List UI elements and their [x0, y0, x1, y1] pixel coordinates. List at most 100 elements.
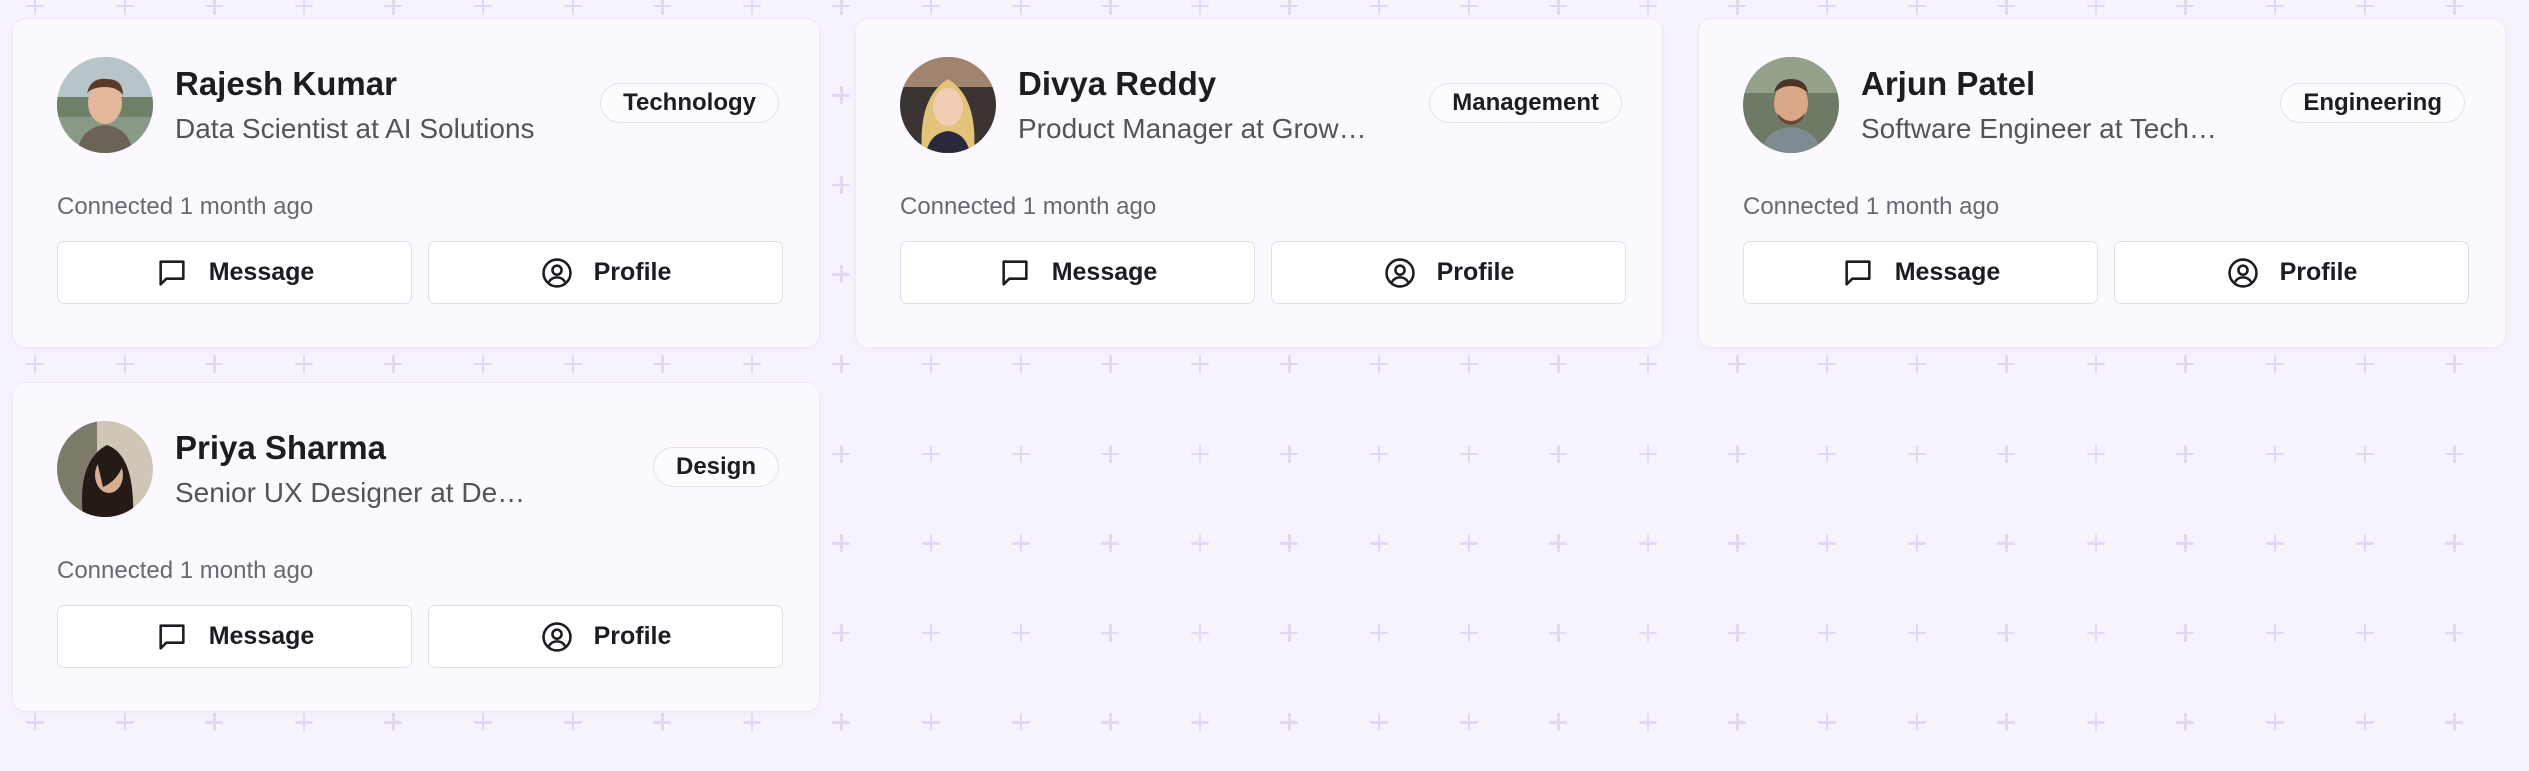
plus-pattern-mark: [115, 0, 134, 15]
plus-pattern-mark: [1190, 444, 1209, 463]
connection-title: Senior UX Designer at Design Co: [175, 477, 537, 508]
plus-pattern-mark: [742, 355, 761, 373]
plus-pattern-mark: [2355, 623, 2374, 642]
avatar[interactable]: [57, 57, 153, 153]
plus-pattern-mark: [1011, 534, 1030, 553]
avatar[interactable]: [900, 57, 996, 153]
plus-pattern-mark: [2355, 534, 2374, 553]
plus-pattern-mark: [1011, 0, 1030, 15]
plus-pattern-mark: [2445, 534, 2464, 553]
plus-pattern-mark: [1101, 0, 1120, 15]
plus-pattern-mark: [922, 534, 940, 553]
message-button[interactable]: Message: [57, 241, 412, 304]
plus-pattern-mark: [1459, 623, 1478, 642]
connection-title: Data Scientist at AI Solutions: [175, 113, 535, 144]
plus-pattern-mark: [1101, 355, 1120, 373]
plus-pattern-mark: [1280, 623, 1299, 642]
plus-pattern-mark: [1459, 355, 1478, 373]
plus-pattern-mark: [115, 713, 134, 732]
plus-pattern-mark: [1728, 534, 1747, 553]
plus-pattern-mark: [1818, 713, 1836, 732]
plus-pattern-mark: [1728, 713, 1747, 732]
plus-pattern-mark: [2266, 623, 2284, 642]
user-circle-icon: [540, 256, 574, 290]
avatar[interactable]: [57, 421, 153, 517]
plus-pattern-mark: [205, 355, 224, 373]
connection-name[interactable]: Priya Sharma: [175, 429, 386, 467]
message-button[interactable]: Message: [900, 241, 1255, 304]
plus-pattern-mark: [832, 534, 851, 553]
plus-pattern-mark: [563, 713, 582, 732]
profile-button-label: Profile: [593, 258, 672, 286]
plus-pattern-mark: [1190, 713, 1209, 732]
message-button-label: Message: [1051, 258, 1158, 286]
plus-pattern-mark: [1370, 0, 1388, 15]
plus-pattern-mark: [1280, 0, 1299, 15]
plus-pattern-mark: [832, 86, 851, 105]
plus-pattern-mark: [1011, 623, 1030, 642]
plus-pattern-mark: [1907, 444, 1926, 463]
plus-pattern-mark: [832, 355, 851, 373]
message-square-icon: [155, 620, 189, 654]
plus-pattern-mark: [2445, 355, 2464, 373]
plus-pattern-mark: [2445, 623, 2464, 642]
plus-pattern-mark: [1190, 534, 1209, 553]
plus-pattern-mark: [474, 0, 492, 15]
plus-pattern-mark: [832, 444, 851, 463]
profile-button[interactable]: Profile: [428, 605, 783, 668]
plus-pattern-mark: [1728, 0, 1747, 15]
plus-pattern-mark: [1907, 623, 1926, 642]
plus-pattern-mark: [1638, 355, 1657, 373]
plus-pattern-mark: [2445, 713, 2464, 732]
plus-pattern-mark: [2086, 355, 2105, 373]
plus-pattern-mark: [1907, 534, 1926, 553]
plus-pattern-mark: [1370, 444, 1388, 463]
avatar[interactable]: [1743, 57, 1839, 153]
connection-card: Arjun Patel Software Engineer at TechLab…: [1698, 18, 2506, 348]
plus-pattern-mark: [1638, 623, 1657, 642]
plus-pattern-mark: [1459, 444, 1478, 463]
plus-pattern-mark: [1101, 534, 1120, 553]
user-circle-icon: [1383, 256, 1417, 290]
plus-pattern-mark: [1370, 623, 1388, 642]
plus-pattern-mark: [2176, 444, 2195, 463]
plus-pattern-mark: [2355, 0, 2374, 15]
connected-time: Connected 1 month ago: [57, 193, 314, 220]
user-circle-icon: [2226, 256, 2260, 290]
plus-pattern-mark: [1728, 355, 1747, 373]
plus-pattern-mark: [1280, 534, 1299, 553]
plus-pattern-mark: [1459, 713, 1478, 732]
plus-pattern-mark: [1370, 534, 1388, 553]
category-badge: Design: [652, 447, 779, 487]
plus-pattern-mark: [1370, 355, 1388, 373]
category-badge: Engineering: [2280, 83, 2465, 123]
plus-pattern-mark: [115, 355, 134, 373]
plus-pattern-mark: [294, 713, 313, 732]
plus-pattern-mark: [26, 713, 44, 732]
plus-pattern-mark: [1549, 713, 1568, 732]
plus-pattern-mark: [1997, 534, 2016, 553]
profile-button[interactable]: Profile: [1271, 241, 1626, 304]
plus-pattern-mark: [2086, 713, 2105, 732]
profile-button-label: Profile: [2279, 258, 2358, 286]
connection-name[interactable]: Arjun Patel: [1861, 65, 2035, 103]
plus-pattern-mark: [1549, 534, 1568, 553]
plus-pattern-mark: [832, 0, 851, 15]
plus-pattern-mark: [1549, 0, 1568, 15]
connection-card: Divya Reddy Product Manager at Growth In…: [855, 18, 1663, 348]
connected-time: Connected 1 month ago: [1743, 193, 2000, 220]
plus-pattern-mark: [1190, 0, 1209, 15]
message-square-icon: [155, 256, 189, 290]
plus-pattern-mark: [294, 0, 313, 15]
plus-pattern-mark: [1818, 0, 1836, 15]
profile-button[interactable]: Profile: [428, 241, 783, 304]
connection-name[interactable]: Divya Reddy: [1018, 65, 1216, 103]
plus-pattern-mark: [922, 444, 940, 463]
plus-pattern-mark: [1280, 713, 1299, 732]
plus-pattern-mark: [922, 355, 940, 373]
connection-name[interactable]: Rajesh Kumar: [175, 65, 397, 103]
message-button[interactable]: Message: [1743, 241, 2098, 304]
message-square-icon: [998, 256, 1032, 290]
message-button[interactable]: Message: [57, 605, 412, 668]
profile-button[interactable]: Profile: [2114, 241, 2469, 304]
